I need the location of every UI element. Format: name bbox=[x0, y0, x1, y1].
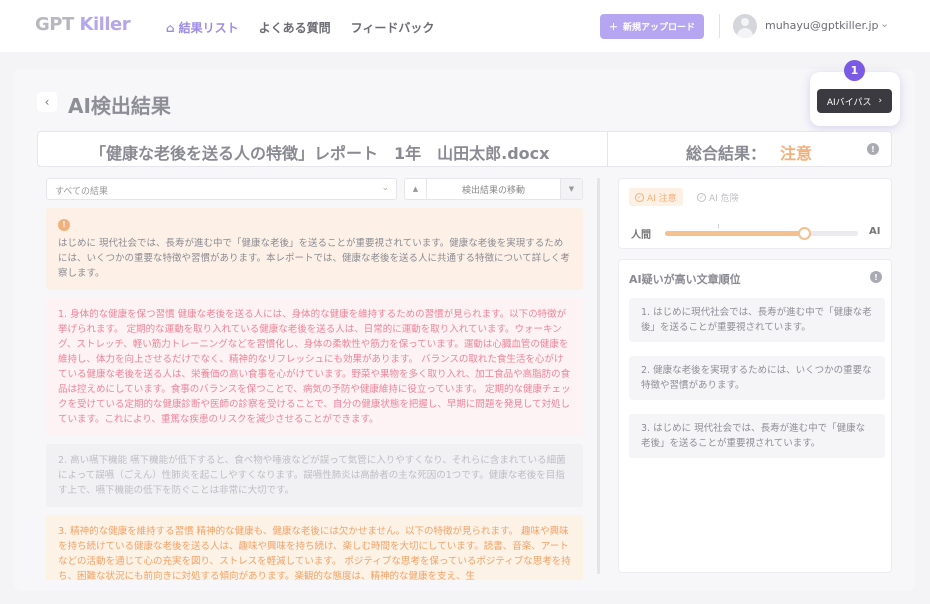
divider bbox=[607, 132, 608, 166]
ai-bypass-button[interactable]: AIバイパス › bbox=[817, 89, 892, 113]
new-upload-label: 新規アップロード bbox=[623, 23, 696, 33]
text-block-caution[interactable]: 3. 精神的な健康を維持する習慣 精神的な健康も、健康な老後には欠かせません。以… bbox=[46, 515, 583, 580]
meter-tick bbox=[718, 224, 719, 228]
document-text: ! はじめに 現代社会では、長寿が進む中で「健康な老後」を送ることが重要視されて… bbox=[46, 208, 583, 580]
step-badge: 1 bbox=[844, 60, 865, 81]
next-result-button[interactable]: ▼ bbox=[560, 179, 582, 199]
user-email[interactable]: muhayu@gptkiller.jp bbox=[765, 19, 879, 32]
caret-down-icon: ▼ bbox=[568, 185, 575, 193]
text-block-content: 1. 身体的な健康を保つ習慣 健康な老後を送る人には、身体的な健康を維持するため… bbox=[58, 309, 571, 425]
main-nav: ⌂ 結果リスト よくある質問 フィードバック bbox=[166, 19, 434, 36]
overall-result-value: 注意 bbox=[780, 144, 813, 163]
warning-icon: ! bbox=[58, 219, 70, 231]
ai-meter-fill bbox=[665, 231, 804, 236]
text-block-intro[interactable]: ! はじめに 現代社会では、長寿が進む中で「健康な老後」を送ることが重要視されて… bbox=[46, 208, 583, 290]
info-icon[interactable]: ! bbox=[870, 271, 882, 283]
caret-up-icon: ▲ bbox=[412, 185, 419, 193]
tag-ai-caution-label: AI 注意 bbox=[647, 193, 677, 204]
text-block-content: はじめに 現代社会では、長寿が進む中で「健康な老後」を送ることが重要視されていま… bbox=[58, 238, 570, 279]
ranking-item[interactable]: 3. はじめに 現代社会では、長寿が進む中で「健康な老後」を送ることが重要視され… bbox=[629, 414, 885, 458]
divider bbox=[719, 14, 720, 38]
top-nav: GPT Killer ⌂ 結果リスト よくある質問 フィードバック ＋ 新規アップロ… bbox=[0, 0, 930, 52]
avatar[interactable] bbox=[733, 14, 757, 38]
text-block-content: 2. 高い嚥下機能 嚥下機能が低下すると、食べ物や唾液などが誤って気管に入りやす… bbox=[58, 455, 566, 496]
ai-suspicion-ranking: AI疑いが高い文章順位 ! 1. はじめに現代社会では、長寿が進む中で「健康な老… bbox=[618, 259, 892, 573]
tag-ai-danger-label: AI 危険 bbox=[709, 193, 739, 204]
check-icon: ✓ bbox=[635, 192, 644, 202]
new-upload-button[interactable]: ＋ 新規アップロード bbox=[600, 14, 704, 39]
ai-bypass-label: AIバイパス bbox=[826, 97, 872, 108]
nav-results[interactable]: ⌂ 結果リスト bbox=[166, 19, 239, 36]
logo-text: GPT bbox=[35, 14, 74, 35]
ai-meter-card: ✓ AI 注意 ✓ AI 危険 人間 AI bbox=[618, 178, 892, 249]
nav-faq[interactable]: よくある質問 bbox=[259, 19, 331, 36]
overall-result-label: 総合結果： bbox=[686, 144, 767, 163]
chevron-down-icon[interactable]: ⌄ bbox=[880, 17, 889, 30]
ai-meter-track bbox=[665, 227, 858, 240]
text-block-content: 3. 精神的な健康を維持する習慣 精神的な健康も、健康な老後には欠かせません。以… bbox=[58, 526, 571, 580]
nav-results-label: 結果リスト bbox=[178, 21, 239, 35]
document-header: 「健康な老後を送る人の特徴」レポート 1年 山田太郎.docx 総合結果： 注意… bbox=[37, 131, 892, 167]
text-block-danger[interactable]: 1. 身体的な健康を保つ習慣 健康な老後を送る人には、身体的な健康を維持するため… bbox=[46, 298, 583, 436]
tag-ai-danger[interactable]: ✓ AI 危険 bbox=[691, 188, 745, 206]
meter-ai-label: AI bbox=[869, 226, 881, 237]
result-filter-select[interactable]: すべての結果 ⌄ bbox=[46, 178, 397, 200]
scrollbar[interactable] bbox=[597, 178, 600, 574]
previous-result-button[interactable]: ▲ bbox=[405, 179, 427, 199]
ai-meter-knob bbox=[797, 227, 811, 240]
nav-feedback[interactable]: フィードバック bbox=[351, 19, 435, 36]
result-navigator: ▲ 検出結果の移動 ▼ bbox=[404, 178, 583, 200]
document-filename: 「健康な老後を送る人の特徴」レポート 1年 山田太郎.docx bbox=[90, 144, 550, 163]
back-button[interactable]: ‹ bbox=[37, 92, 57, 112]
meter-human-label: 人間 bbox=[631, 230, 651, 241]
chevron-right-icon: › bbox=[878, 96, 883, 106]
plus-icon: ＋ bbox=[608, 23, 618, 33]
ranking-item[interactable]: 1. はじめに現代社会では、長寿が進む中で「健康な老後」を送ることが重要視されて… bbox=[629, 298, 885, 342]
ranking-item[interactable]: 2. 健康な老後を実現するためには、いくつかの重要な特徴や習慣があります。 bbox=[629, 356, 885, 400]
home-icon: ⌂ bbox=[166, 21, 175, 35]
logo-accent: Killer bbox=[79, 14, 131, 35]
text-block-human[interactable]: 2. 高い嚥下機能 嚥下機能が低下すると、食べ物や唾液などが誤って気管に入りやす… bbox=[46, 444, 583, 507]
logo[interactable]: GPT Killer bbox=[35, 14, 131, 35]
page-title: AI検出結果 bbox=[68, 94, 171, 118]
ranking-title: AI疑いが高い文章順位 bbox=[629, 273, 741, 286]
chevron-down-icon: ⌄ bbox=[381, 183, 389, 193]
check-icon: ✓ bbox=[697, 192, 706, 202]
info-icon[interactable]: ! bbox=[867, 143, 879, 155]
tag-ai-caution[interactable]: ✓ AI 注意 bbox=[629, 188, 683, 206]
navigate-label: 検出結果の移動 bbox=[461, 185, 525, 196]
chevron-left-icon: ‹ bbox=[44, 95, 50, 109]
result-filter-value: すべての結果 bbox=[55, 187, 109, 197]
